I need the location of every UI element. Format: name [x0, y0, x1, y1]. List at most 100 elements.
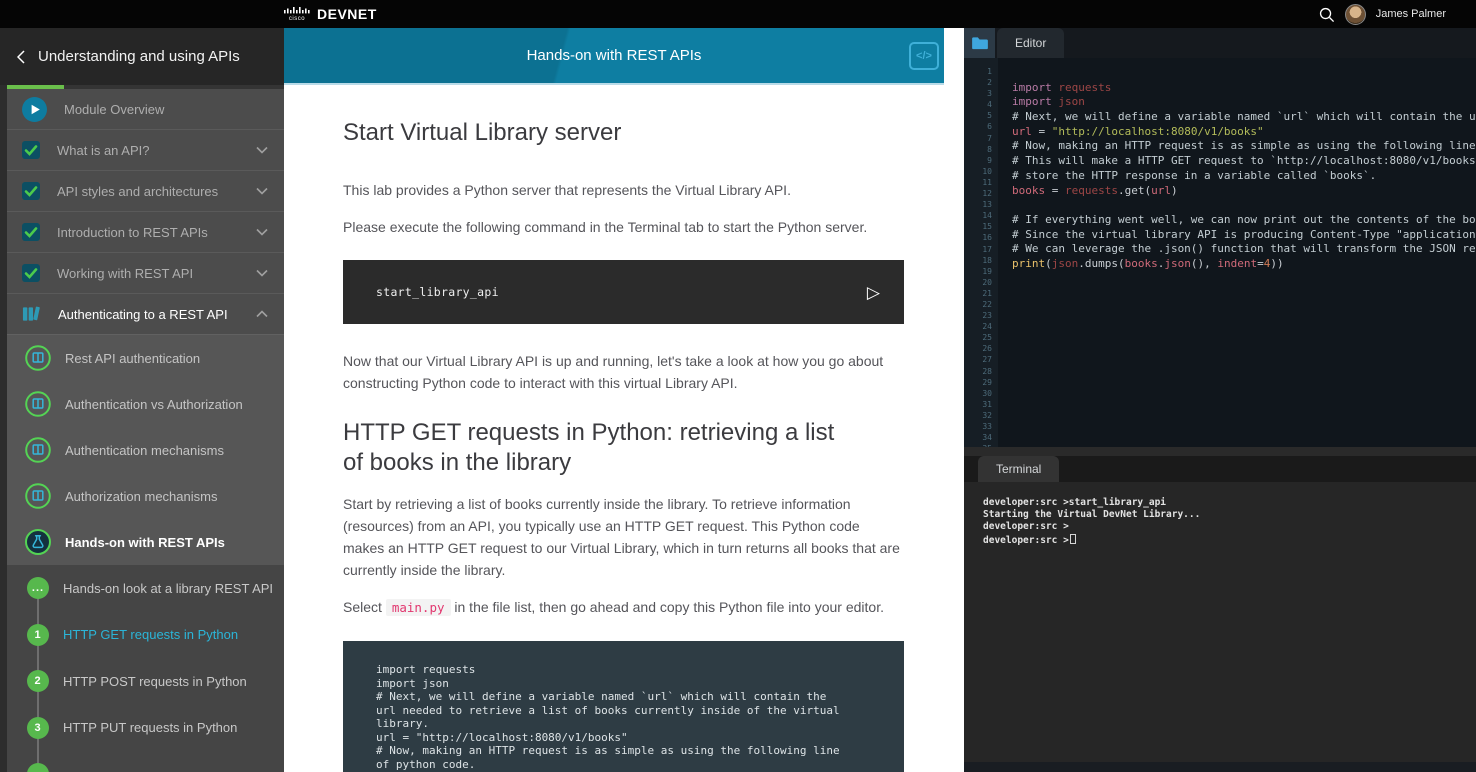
- line-number: 21: [964, 288, 992, 299]
- check-icon: [22, 141, 40, 159]
- sidebar-lesson-item[interactable]: Authentication vs Authorization: [0, 381, 284, 427]
- sidebar-module-item[interactable]: Authenticating to a REST API: [0, 293, 284, 334]
- terminal-cursor: [1070, 534, 1076, 544]
- lab-header: Hands-on with REST APIs </>: [284, 28, 944, 85]
- course-title: Understanding and using APIs: [38, 48, 240, 65]
- line-number: 24: [964, 321, 992, 332]
- lesson-book-icon: [25, 391, 51, 417]
- code-line: # store the HTTP response in a variable …: [1012, 169, 1476, 184]
- line-number: 9: [964, 155, 992, 166]
- course-header[interactable]: Understanding and using APIs: [0, 28, 284, 85]
- line-number: 15: [964, 221, 992, 232]
- chevron-down-icon[interactable]: [256, 188, 268, 195]
- back-icon[interactable]: [17, 50, 25, 64]
- code-panel-toggle-button[interactable]: </>: [909, 42, 939, 70]
- lesson-book-icon: [25, 437, 51, 463]
- code-line: # This will make a HTTP GET request to `…: [1012, 154, 1476, 169]
- sidebar-lesson-item[interactable]: Rest API authentication: [0, 335, 284, 381]
- page-title: Start Virtual Library server: [343, 119, 904, 147]
- line-number: 34: [964, 432, 992, 443]
- lesson-book-icon: [25, 345, 51, 371]
- check-icon: [22, 223, 40, 241]
- devnet-logo[interactable]: cisco DEVNET: [284, 0, 377, 28]
- code-editor[interactable]: 1234567891011121314151617181920212223242…: [964, 58, 1476, 447]
- run-command-icon[interactable]: ▷: [867, 284, 880, 301]
- line-number: 30: [964, 388, 992, 399]
- sidebar-step-item[interactable]: ... Hands-on look at a library REST API: [0, 565, 284, 612]
- sidebar-step-item[interactable]: 3HTTP PUT requests in Python: [0, 705, 284, 752]
- code-line: print(json.dumps(books.json(), indent=4)…: [1012, 257, 1476, 272]
- devnet-logo-text: DEVNET: [317, 6, 377, 22]
- terminal[interactable]: developer:src >start_library_apiStarting…: [964, 482, 1476, 762]
- search-icon[interactable]: [1318, 6, 1335, 23]
- step-badge: 1: [27, 624, 49, 646]
- line-number: 6: [964, 121, 992, 132]
- top-bar: cisco DEVNET James Palmer: [0, 0, 1476, 28]
- file-browser-button[interactable]: [964, 28, 995, 58]
- paragraph: This lab provides a Python server that r…: [343, 179, 904, 201]
- cisco-logo-text: cisco: [289, 16, 305, 22]
- line-number: 7: [964, 133, 992, 144]
- folder-icon: [971, 36, 989, 50]
- play-circle-icon: [22, 97, 47, 122]
- line-number: 26: [964, 343, 992, 354]
- tab-terminal[interactable]: Terminal: [978, 456, 1059, 482]
- line-number: 19: [964, 266, 992, 277]
- chevron-down-icon[interactable]: [256, 229, 268, 236]
- user-name[interactable]: James Palmer: [1376, 8, 1446, 20]
- python-code-sample: import requests import json # Next, we w…: [343, 641, 904, 772]
- line-number: 8: [964, 144, 992, 155]
- line-number: 35: [964, 443, 992, 447]
- lab-body: Start Virtual Library server This lab pr…: [284, 119, 924, 772]
- sidebar-scroll-rail[interactable]: [0, 85, 7, 772]
- line-number: 14: [964, 210, 992, 221]
- line-number: 13: [964, 199, 992, 210]
- avatar[interactable]: [1345, 4, 1366, 25]
- editor-tab-bar: Editor: [964, 28, 1476, 58]
- chevron-down-icon[interactable]: [256, 270, 268, 277]
- sidebar-lesson-item[interactable]: Authorization mechanisms: [0, 473, 284, 519]
- terminal-line: developer:src >start_library_api: [983, 497, 1476, 509]
- chevron-down-icon[interactable]: [256, 147, 268, 154]
- paragraph: Now that our Virtual Library API is up a…: [343, 350, 904, 394]
- panel-divider[interactable]: [964, 447, 1476, 456]
- module-label: API styles and architectures: [57, 184, 218, 199]
- code-line: books = requests.get(url): [1012, 184, 1476, 199]
- sidebar-lesson-item[interactable]: Hands-on with REST APIs: [0, 519, 284, 565]
- step-badge: 3: [27, 717, 49, 739]
- line-number: 1: [964, 66, 992, 77]
- sidebar-lesson-item[interactable]: Authentication mechanisms: [0, 427, 284, 473]
- line-number: 27: [964, 354, 992, 365]
- sidebar-step-item[interactable]: [0, 751, 284, 772]
- editor-code[interactable]: import requestsimport json# Next, we wil…: [1012, 66, 1476, 447]
- sidebar-module-item[interactable]: API styles and architectures: [0, 170, 284, 211]
- step-badge: ...: [27, 577, 49, 599]
- line-numbers: 1234567891011121314151617181920212223242…: [964, 66, 992, 447]
- sidebar-step-item[interactable]: 2HTTP POST requests in Python: [0, 658, 284, 705]
- code-line: [1012, 66, 1476, 81]
- tab-editor[interactable]: Editor: [997, 28, 1064, 58]
- code-line: # If everything went well, we can now pr…: [1012, 213, 1476, 228]
- chevron-up-icon[interactable]: [256, 311, 268, 318]
- lab-title: Hands-on with REST APIs: [527, 47, 702, 64]
- code-line: [1012, 198, 1476, 213]
- content-scrollbar-gutter: [944, 28, 964, 772]
- module-label: Introduction to REST APIs: [57, 225, 208, 240]
- cisco-logo-icon: cisco: [284, 7, 310, 22]
- line-number: 25: [964, 332, 992, 343]
- sidebar-module-item[interactable]: Working with REST API: [0, 252, 284, 293]
- sidebar-module-item[interactable]: Module Overview: [0, 89, 284, 129]
- paragraph: Start by retrieving a list of books curr…: [343, 493, 904, 581]
- library-book-icon: [22, 306, 41, 322]
- line-number: 33: [964, 421, 992, 432]
- line-number: 2: [964, 77, 992, 88]
- line-number: 28: [964, 366, 992, 377]
- step-label: Hands-on look at a library REST API: [63, 581, 273, 596]
- sidebar-step-item[interactable]: 1HTTP GET requests in Python: [0, 612, 284, 659]
- line-number: 3: [964, 88, 992, 99]
- sidebar-module-item[interactable]: Introduction to REST APIs: [0, 211, 284, 252]
- lesson-book-icon: [25, 483, 51, 509]
- sidebar-module-item[interactable]: What is an API?: [0, 129, 284, 170]
- lesson-label: Authentication mechanisms: [65, 443, 224, 458]
- lesson-label: Rest API authentication: [65, 351, 200, 366]
